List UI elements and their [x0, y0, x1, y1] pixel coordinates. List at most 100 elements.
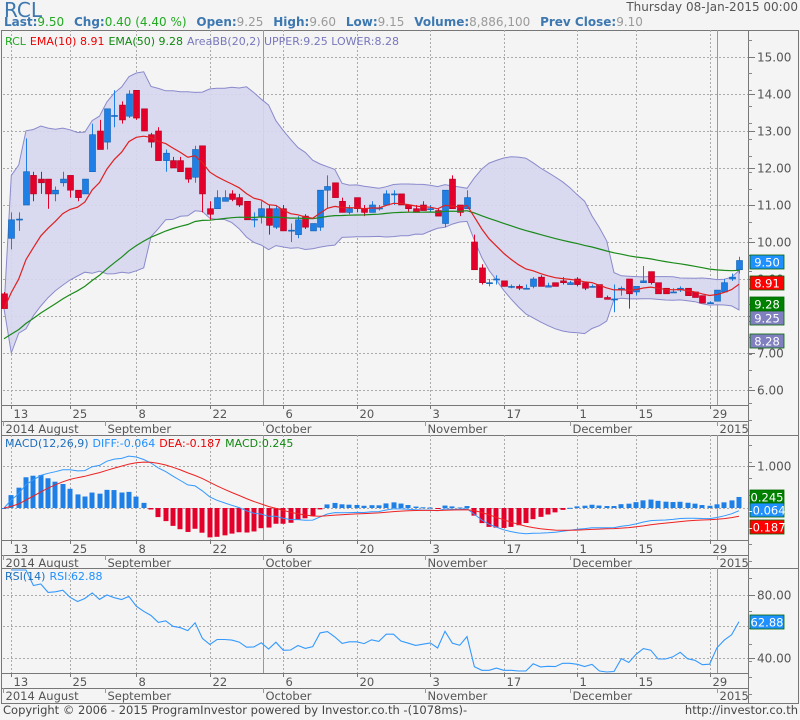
candle-body [523, 287, 530, 290]
candle-body [560, 280, 567, 284]
macd-bar [604, 506, 610, 508]
macd-bar [670, 502, 676, 508]
value-tag-label: 0.245 [751, 491, 784, 505]
candle-body [670, 291, 677, 294]
candle-body [508, 286, 515, 288]
date-tick-label: 17 [507, 407, 522, 421]
candle-body [640, 280, 647, 284]
candle-body [317, 189, 324, 228]
legend-ema10: EMA(10) 8.91 [30, 35, 105, 48]
month-label: October [266, 556, 312, 570]
candle-body [45, 178, 52, 195]
candle-body [111, 115, 118, 117]
candle [82, 178, 89, 195]
candle-body [685, 287, 692, 296]
candle-body [383, 193, 390, 206]
rsi-panel-frame [1, 568, 799, 704]
candle-body [604, 297, 611, 300]
date-tick-label: 25 [73, 675, 88, 689]
candle-body [126, 93, 133, 117]
date-tick-label: 3 [433, 542, 440, 556]
candle-body [258, 208, 265, 217]
macd-bar [361, 505, 367, 508]
macd-bar [155, 508, 161, 518]
candle-body [23, 171, 30, 206]
date-tick-label: 29 [713, 407, 728, 421]
candle-body [273, 208, 280, 228]
candle-body [16, 218, 23, 221]
macd-bar [523, 508, 529, 524]
macd-bar [104, 489, 110, 508]
macd-bar [324, 504, 330, 508]
macd-bar [199, 508, 205, 533]
candle [126, 90, 133, 119]
legend: RCL EMA(10) 8.91 EMA(50) 9.28 AreaBB(20,2) … [5, 35, 399, 48]
month-label: October [266, 689, 312, 703]
candle-body [295, 219, 302, 235]
candle-body [192, 149, 199, 178]
macd-bar [89, 492, 95, 508]
candle-body [207, 208, 214, 215]
y-axis-label: 13.00 [757, 125, 791, 139]
y-axis-label: 15.00 [757, 51, 791, 65]
date-tick-label: 22 [213, 542, 228, 556]
month-label: 2015 [720, 422, 749, 436]
candle-body [486, 282, 493, 285]
macd-bar [133, 496, 139, 508]
candle-body [391, 193, 398, 196]
legend: MACD(12,26,9) DIFF:-0.064 DEA:-0.187 MACD:0… [5, 437, 293, 450]
macd-bar [45, 478, 51, 508]
candle-body [280, 208, 287, 232]
candle-body [516, 286, 523, 289]
macd-bar [685, 502, 691, 508]
macd-bar [302, 508, 308, 519]
candle [538, 275, 545, 287]
candle [192, 145, 199, 183]
candle-body [530, 278, 537, 287]
macd-bar [567, 507, 573, 509]
candle [332, 182, 339, 198]
month-label: November [428, 689, 488, 703]
macd-bar [714, 504, 720, 508]
macd-bar [111, 490, 117, 508]
month-label: November [428, 556, 488, 570]
value-tag-label: 9.25 [754, 312, 780, 326]
candle [648, 271, 655, 285]
value-tag-label: -0.187 [748, 521, 785, 535]
candle-body [236, 197, 243, 206]
date-tick-label: 1 [580, 542, 587, 556]
y-axis-label: 12.00 [757, 162, 791, 176]
candle-body [493, 278, 500, 281]
macd-bar [596, 505, 602, 508]
candle-body [479, 267, 486, 283]
legend: RSI(14) RSI:62.88 [5, 570, 103, 583]
candle-body [163, 152, 170, 161]
macd-bar [721, 502, 727, 508]
footer-link[interactable]: http://investor.co.th [685, 703, 798, 717]
macd-bar [192, 508, 198, 529]
candle-body [707, 302, 714, 304]
candle-body [332, 182, 339, 198]
y-axis-label: 80.00 [757, 589, 791, 603]
macd-bar [736, 496, 742, 508]
macd-bar [552, 508, 558, 513]
candle [317, 189, 324, 231]
macd-bar [67, 488, 73, 508]
macd-bar [310, 508, 316, 517]
macd-bar [376, 505, 382, 508]
candle-body [97, 130, 104, 150]
value-tag-label: 62.88 [751, 616, 784, 630]
value-tag-label: -0.064 [748, 504, 785, 518]
macd-bar [288, 508, 294, 523]
macd-bar [530, 508, 536, 520]
date-tick-label: 22 [213, 675, 228, 689]
macd-bar [258, 508, 264, 529]
legend-rsi-value: RSI:62.88 [49, 570, 102, 583]
stock-chart[interactable]: 13 25 8 22 6 20 3 17 1 15 292014 August September Oc… [0, 0, 800, 720]
y-axis-label: 1.000 [757, 460, 791, 474]
y-axis-label: 10.00 [757, 236, 791, 250]
legend-rsi-name: RSI(14) [5, 570, 45, 583]
macd-bar [236, 508, 242, 533]
macd-bar [317, 508, 323, 510]
value-tag-label: 9.28 [754, 298, 780, 312]
